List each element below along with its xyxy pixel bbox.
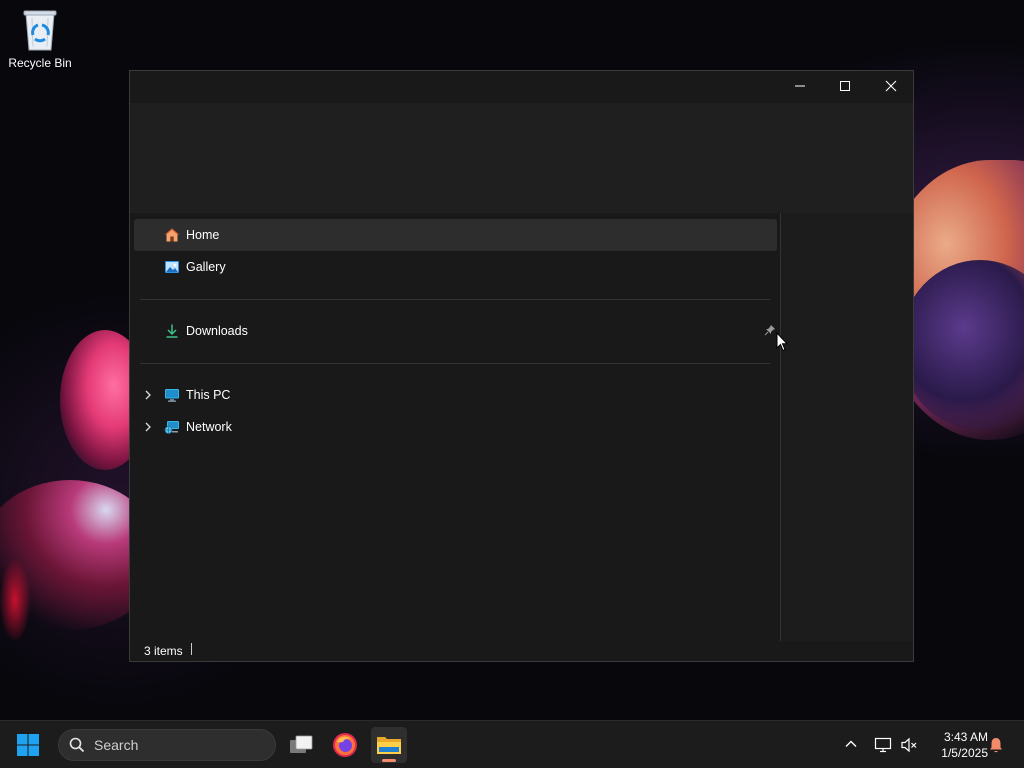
nav-divider: [140, 299, 770, 300]
item-count: 3 items: [144, 644, 183, 658]
minimize-button[interactable]: [777, 71, 823, 101]
content-pane[interactable]: [781, 213, 913, 641]
wallpaper-swirl: [0, 560, 30, 640]
taskbar-app-firefox[interactable]: [327, 727, 363, 763]
maximize-icon: [840, 81, 850, 91]
desktop-icon-label: Recycle Bin: [8, 56, 72, 70]
network-icon: [164, 421, 179, 434]
status-divider: [191, 643, 192, 655]
clock-time: 3:43 AM: [943, 730, 988, 744]
taskbar-app-task-view[interactable]: [283, 727, 319, 763]
nav-item-label: Gallery: [186, 260, 226, 274]
maximize-button[interactable]: [822, 71, 868, 101]
notification-bell-icon[interactable]: [988, 736, 1004, 754]
windows-start-icon[interactable]: [16, 733, 40, 757]
title-bar[interactable]: [130, 71, 913, 103]
recycle-bin-icon: [23, 10, 57, 51]
toolbar-area: [130, 103, 913, 213]
desktop-icon-recycle-bin[interactable]: Recycle Bin: [4, 6, 76, 70]
close-icon: [885, 80, 897, 92]
nav-item-this-pc[interactable]: This PC: [134, 379, 777, 411]
taskbar-clock[interactable]: 3:43 AM 1/5/2025: [924, 729, 988, 761]
clock-date: 1/5/2025: [941, 746, 988, 760]
task-view-icon: [290, 735, 313, 753]
search-placeholder: Search: [94, 737, 139, 753]
chevron-up-icon[interactable]: [844, 737, 858, 751]
file-explorer-window: Home Gallery Downloads This PC Network 3…: [129, 70, 914, 662]
nav-item-downloads[interactable]: Downloads: [134, 315, 777, 347]
volume-muted-icon[interactable]: [900, 736, 918, 754]
nav-item-label: Network: [186, 420, 232, 434]
close-button[interactable]: [868, 71, 914, 101]
display-network-icon[interactable]: [874, 736, 892, 754]
active-app-indicator: [382, 759, 396, 762]
taskbar-app-file-explorer[interactable]: [371, 727, 407, 763]
nav-item-home[interactable]: Home: [134, 219, 777, 251]
nav-item-label: Home: [186, 228, 220, 242]
chevron-right-icon[interactable]: [142, 421, 154, 433]
nav-item-label: Downloads: [186, 324, 248, 338]
search-icon: [69, 737, 85, 753]
computer-icon: [165, 389, 179, 402]
mouse-cursor-icon: [776, 332, 788, 352]
taskbar-search-box[interactable]: Search: [58, 729, 276, 761]
status-bar: 3 items: [130, 639, 913, 661]
nav-item-network[interactable]: Network: [134, 411, 777, 443]
minimize-icon: [795, 85, 805, 87]
navigation-pane: Home Gallery Downloads This PC Network: [134, 219, 777, 639]
folder-icon: [377, 737, 401, 754]
nav-item-gallery[interactable]: Gallery: [134, 251, 777, 283]
download-icon: [166, 324, 178, 338]
nav-item-label: This PC: [186, 388, 231, 402]
firefox-icon: [333, 733, 357, 757]
nav-divider: [140, 363, 770, 364]
pin-icon[interactable]: [764, 324, 776, 336]
chevron-right-icon[interactable]: [142, 389, 154, 401]
taskbar: Search 3:43 AM 1/5/2025: [0, 720, 1024, 768]
home-icon: [165, 228, 179, 242]
gallery-icon: [165, 261, 179, 273]
